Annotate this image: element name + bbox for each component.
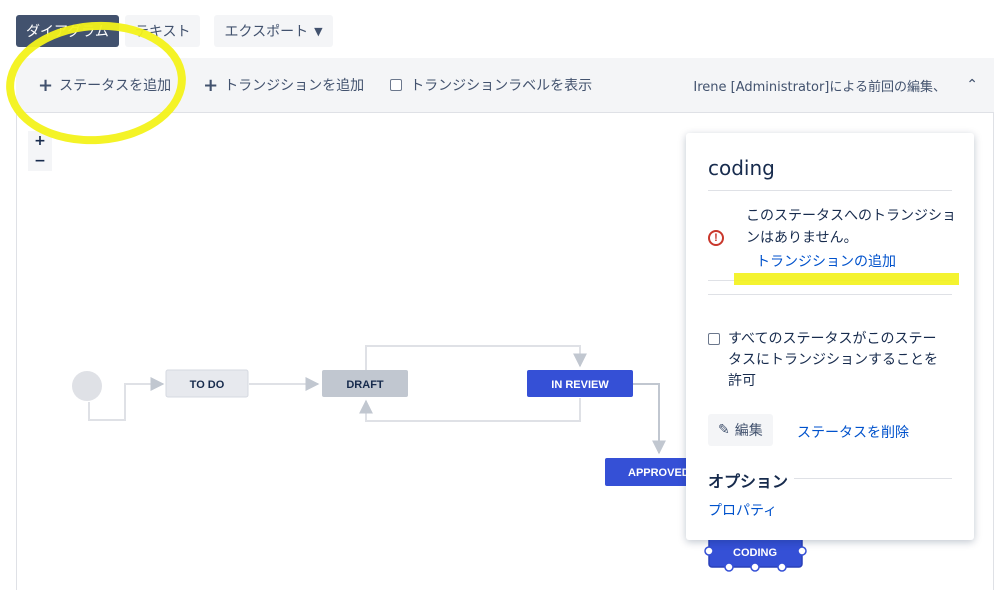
add-transition-label: トランジションを追加 [224,78,365,94]
add-transition-button[interactable]: + トランジションを追加 [183,58,376,112]
divider [708,294,952,295]
connection-handle[interactable] [750,562,760,572]
tab-diagram-label: ダイアグラム [26,24,109,40]
options-heading: オプション [708,472,789,491]
view-tabs: ダイアグラム テキスト エクスポート ▼ [16,15,333,47]
edit-button-label: 編集 [734,423,763,439]
status-node-approved-label: APPROVED [628,467,690,479]
tab-text[interactable]: テキスト [124,15,201,47]
chevron-down-icon: ▼ [314,24,323,38]
divider [794,478,952,479]
connection-handle[interactable] [724,562,734,572]
status-node-coding[interactable]: CODING [704,536,807,572]
add-transition-link[interactable]: トランジションの追加 [756,251,896,271]
status-node-draft-label: DRAFT [346,379,384,391]
edit-button[interactable]: ✎ 編集 [708,414,773,446]
status-node-todo[interactable]: TO DO [165,369,249,398]
plus-icon: + [203,74,219,96]
collapse-icon[interactable]: ⌃ [966,77,978,93]
toolbar: + ステータスを追加 + トランジションを追加 トランジションラベルを表示 Ir… [16,58,994,113]
connection-handle[interactable] [704,546,714,556]
zoom-in-button[interactable]: + [28,131,52,151]
add-status-button[interactable]: + ステータスを追加 [16,58,183,112]
status-node-coding-label: CODING [733,547,777,559]
pencil-icon: ✎ [718,422,730,438]
divider [708,190,952,191]
no-transitions-warning: このステータスへのトランジションはありません。 [746,208,956,246]
status-node-in-review[interactable]: IN REVIEW [527,370,633,397]
add-status-label: ステータスを追加 [59,78,172,94]
allow-all-transitions-toggle[interactable]: すべてのステータスがこのステータスにトランジションすることを許可 [708,329,948,392]
status-details-panel: coding ! このステータスへのトランジションはありません。 トランジション… [686,133,974,540]
status-node-todo-label: TO DO [190,379,225,391]
connection-handle[interactable] [797,546,807,556]
allow-all-label: すべてのステータスがこのステータスにトランジションすることを許可 [728,331,938,389]
show-labels-label: トランジションラベルを表示 [410,78,593,94]
status-node-draft[interactable]: DRAFT [322,370,408,397]
warning-icon: ! [708,230,724,246]
divider [708,280,952,281]
panel-title: coding [708,156,775,180]
show-labels-checkbox[interactable] [390,79,403,91]
status-node-in-review-label: IN REVIEW [551,379,609,391]
zoom-controls: + − [28,131,52,171]
tab-diagram[interactable]: ダイアグラム [16,15,119,47]
plus-icon: + [38,74,54,96]
last-edited-info: Irene [Administrator]による前回の編集、 [693,79,946,95]
export-label: エクスポート [224,24,309,40]
zoom-out-button[interactable]: − [28,151,52,171]
properties-link[interactable]: プロパティ [708,500,777,520]
export-dropdown[interactable]: エクスポート ▼ [214,15,333,47]
allow-all-checkbox[interactable] [708,333,720,345]
show-transition-labels-toggle[interactable]: トランジションラベルを表示 [376,75,604,95]
connection-handle[interactable] [777,562,787,572]
tab-text-label: テキスト [134,24,191,40]
delete-status-link[interactable]: ステータスを削除 [797,422,909,442]
